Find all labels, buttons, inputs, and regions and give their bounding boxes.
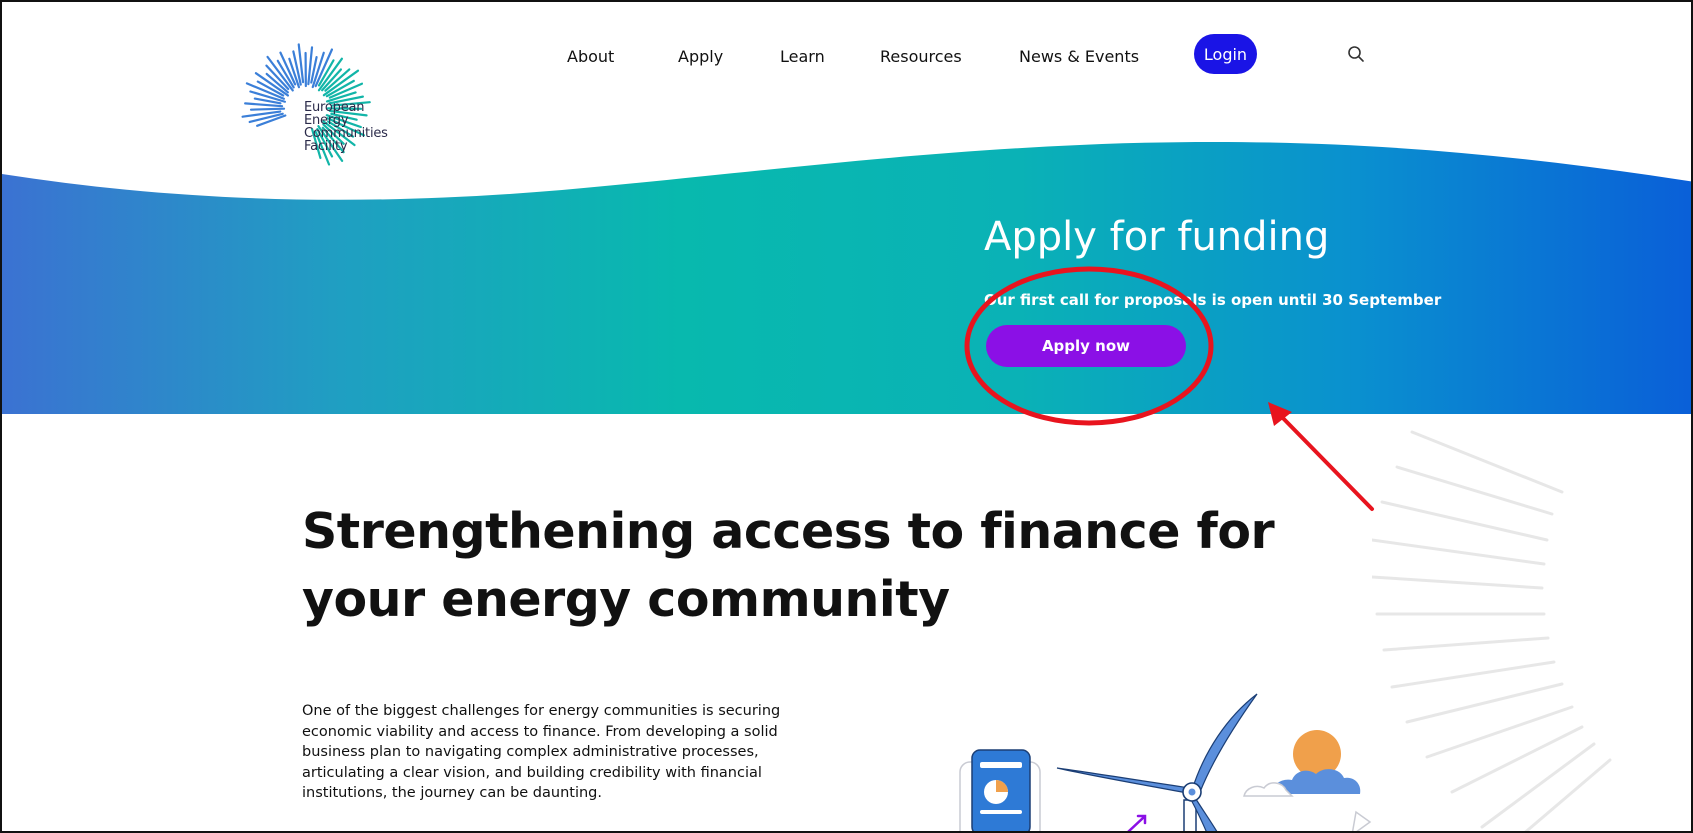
sun-cloud-icon (1243, 730, 1361, 797)
sunburst-decoration (1372, 430, 1612, 831)
nav-news-events[interactable]: News & Events (1019, 47, 1139, 66)
logo-wordmark[interactable]: European Energy Communities Facility (304, 101, 388, 153)
apply-now-button[interactable]: Apply now (986, 325, 1186, 367)
document-icon (959, 749, 1041, 831)
hero-subtitle: Our first call for proposals is open unt… (984, 291, 1442, 309)
search-icon[interactable] (1346, 44, 1366, 64)
annotation-arrow-line (1275, 410, 1374, 511)
intro-paragraph: One of the biggest challenges for energy… (302, 703, 781, 801)
logo-ray (244, 102, 284, 108)
nav-apply[interactable]: Apply (678, 47, 723, 66)
page: European Energy Communities Facility Abo… (0, 0, 1693, 833)
nav-about[interactable]: About (567, 47, 614, 66)
nav-learn[interactable]: Learn (780, 47, 825, 66)
main-heading: Strengthening access to finance for your… (302, 503, 1275, 628)
login-button[interactable]: Login (1194, 34, 1257, 74)
hero-title: Apply for funding (984, 214, 1330, 260)
logo-line-4: Facility (304, 139, 348, 154)
wind-turbine-icon (1056, 693, 1258, 831)
energy-illustration (959, 693, 1372, 831)
logo-ray (249, 107, 286, 111)
nav-resources[interactable]: Resources (880, 47, 962, 66)
